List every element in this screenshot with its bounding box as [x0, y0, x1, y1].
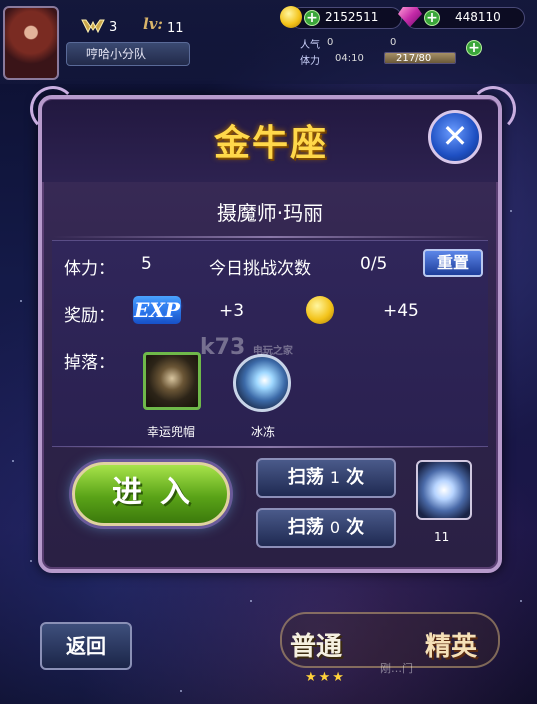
stamina-cost-label: 体力：	[64, 259, 115, 279]
vip-icon	[81, 19, 105, 34]
sweep-label: 扫荡	[287, 517, 324, 538]
sweep-label: 扫荡	[287, 467, 324, 488]
team-name: 哼哈小分队	[86, 47, 147, 61]
watermark-tagline: 电玩之家	[252, 346, 293, 357]
gem-amount: 448110	[455, 10, 501, 24]
mode-elite-tab[interactable]: 精英	[425, 626, 477, 663]
faded-label: 刚…门	[380, 662, 413, 675]
player-avatar[interactable]	[3, 6, 59, 80]
sweep-ticket-count: 11	[434, 530, 450, 544]
dialog-title: 金牛座	[213, 122, 328, 164]
action-divider	[52, 446, 488, 448]
sweep-count: 1	[329, 468, 341, 487]
drops-label: 掉落：	[64, 353, 115, 373]
gold-coin-icon	[280, 6, 302, 28]
sweep-unit: 次	[346, 467, 365, 488]
stage-stars: ★★★	[305, 670, 346, 685]
ice-skill-icon[interactable]	[233, 354, 291, 412]
popularity-label: 人气	[300, 40, 320, 51]
watermark: k73 电玩之家	[200, 335, 293, 360]
popularity-value: 0	[327, 37, 334, 48]
reset-button[interactable]: 重置	[423, 249, 483, 277]
sweep-ticket-icon	[416, 460, 472, 520]
watermark-logo: k73	[200, 335, 246, 360]
gold-reward-icon	[306, 296, 334, 324]
challenges-label: 今日挑战次数	[209, 259, 311, 279]
stamina-cost-value: 5	[141, 254, 152, 274]
add-gem-button[interactable]: +	[424, 10, 440, 26]
popularity-extra: 0	[390, 37, 397, 48]
boss-name: 摄魔师·玛丽	[216, 201, 324, 225]
reward-label: 奖励：	[64, 306, 115, 326]
stamina-label: 体力	[300, 56, 320, 67]
hood-icon[interactable]	[143, 352, 201, 410]
add-stamina-button[interactable]: +	[466, 40, 482, 56]
close-button[interactable]: ✕	[428, 110, 482, 164]
drop-item-name: 冰冻	[251, 425, 276, 439]
drop-item-name: 幸运兜帽	[147, 425, 196, 439]
exp-reward-value: +3	[219, 301, 245, 321]
add-gold-button[interactable]: +	[304, 10, 320, 26]
level-label: lv:	[143, 15, 163, 33]
back-button[interactable]: 返回	[40, 622, 132, 670]
enter-button[interactable]: 进入	[72, 462, 230, 526]
exp-icon: EXP	[133, 296, 181, 324]
challenges-value: 0/5	[360, 254, 388, 274]
stamina-value: 217/80	[396, 53, 432, 64]
sweep-count: 0	[329, 518, 341, 537]
gold-amount: 2152511	[325, 10, 379, 24]
stamina-timer: 04:10	[335, 53, 364, 64]
corner-ornament-left	[30, 86, 76, 132]
title-divider	[52, 236, 488, 238]
gold-reward-value: +45	[383, 301, 419, 321]
vip-level: 3	[109, 20, 118, 35]
mode-normal-tab[interactable]: 普通	[290, 626, 342, 663]
sweep-once-button[interactable]: 扫荡 1 次	[256, 458, 396, 498]
level-value: 11	[167, 21, 184, 36]
sweep-multi-button[interactable]: 扫荡 0 次	[256, 508, 396, 548]
sweep-unit: 次	[346, 517, 365, 538]
